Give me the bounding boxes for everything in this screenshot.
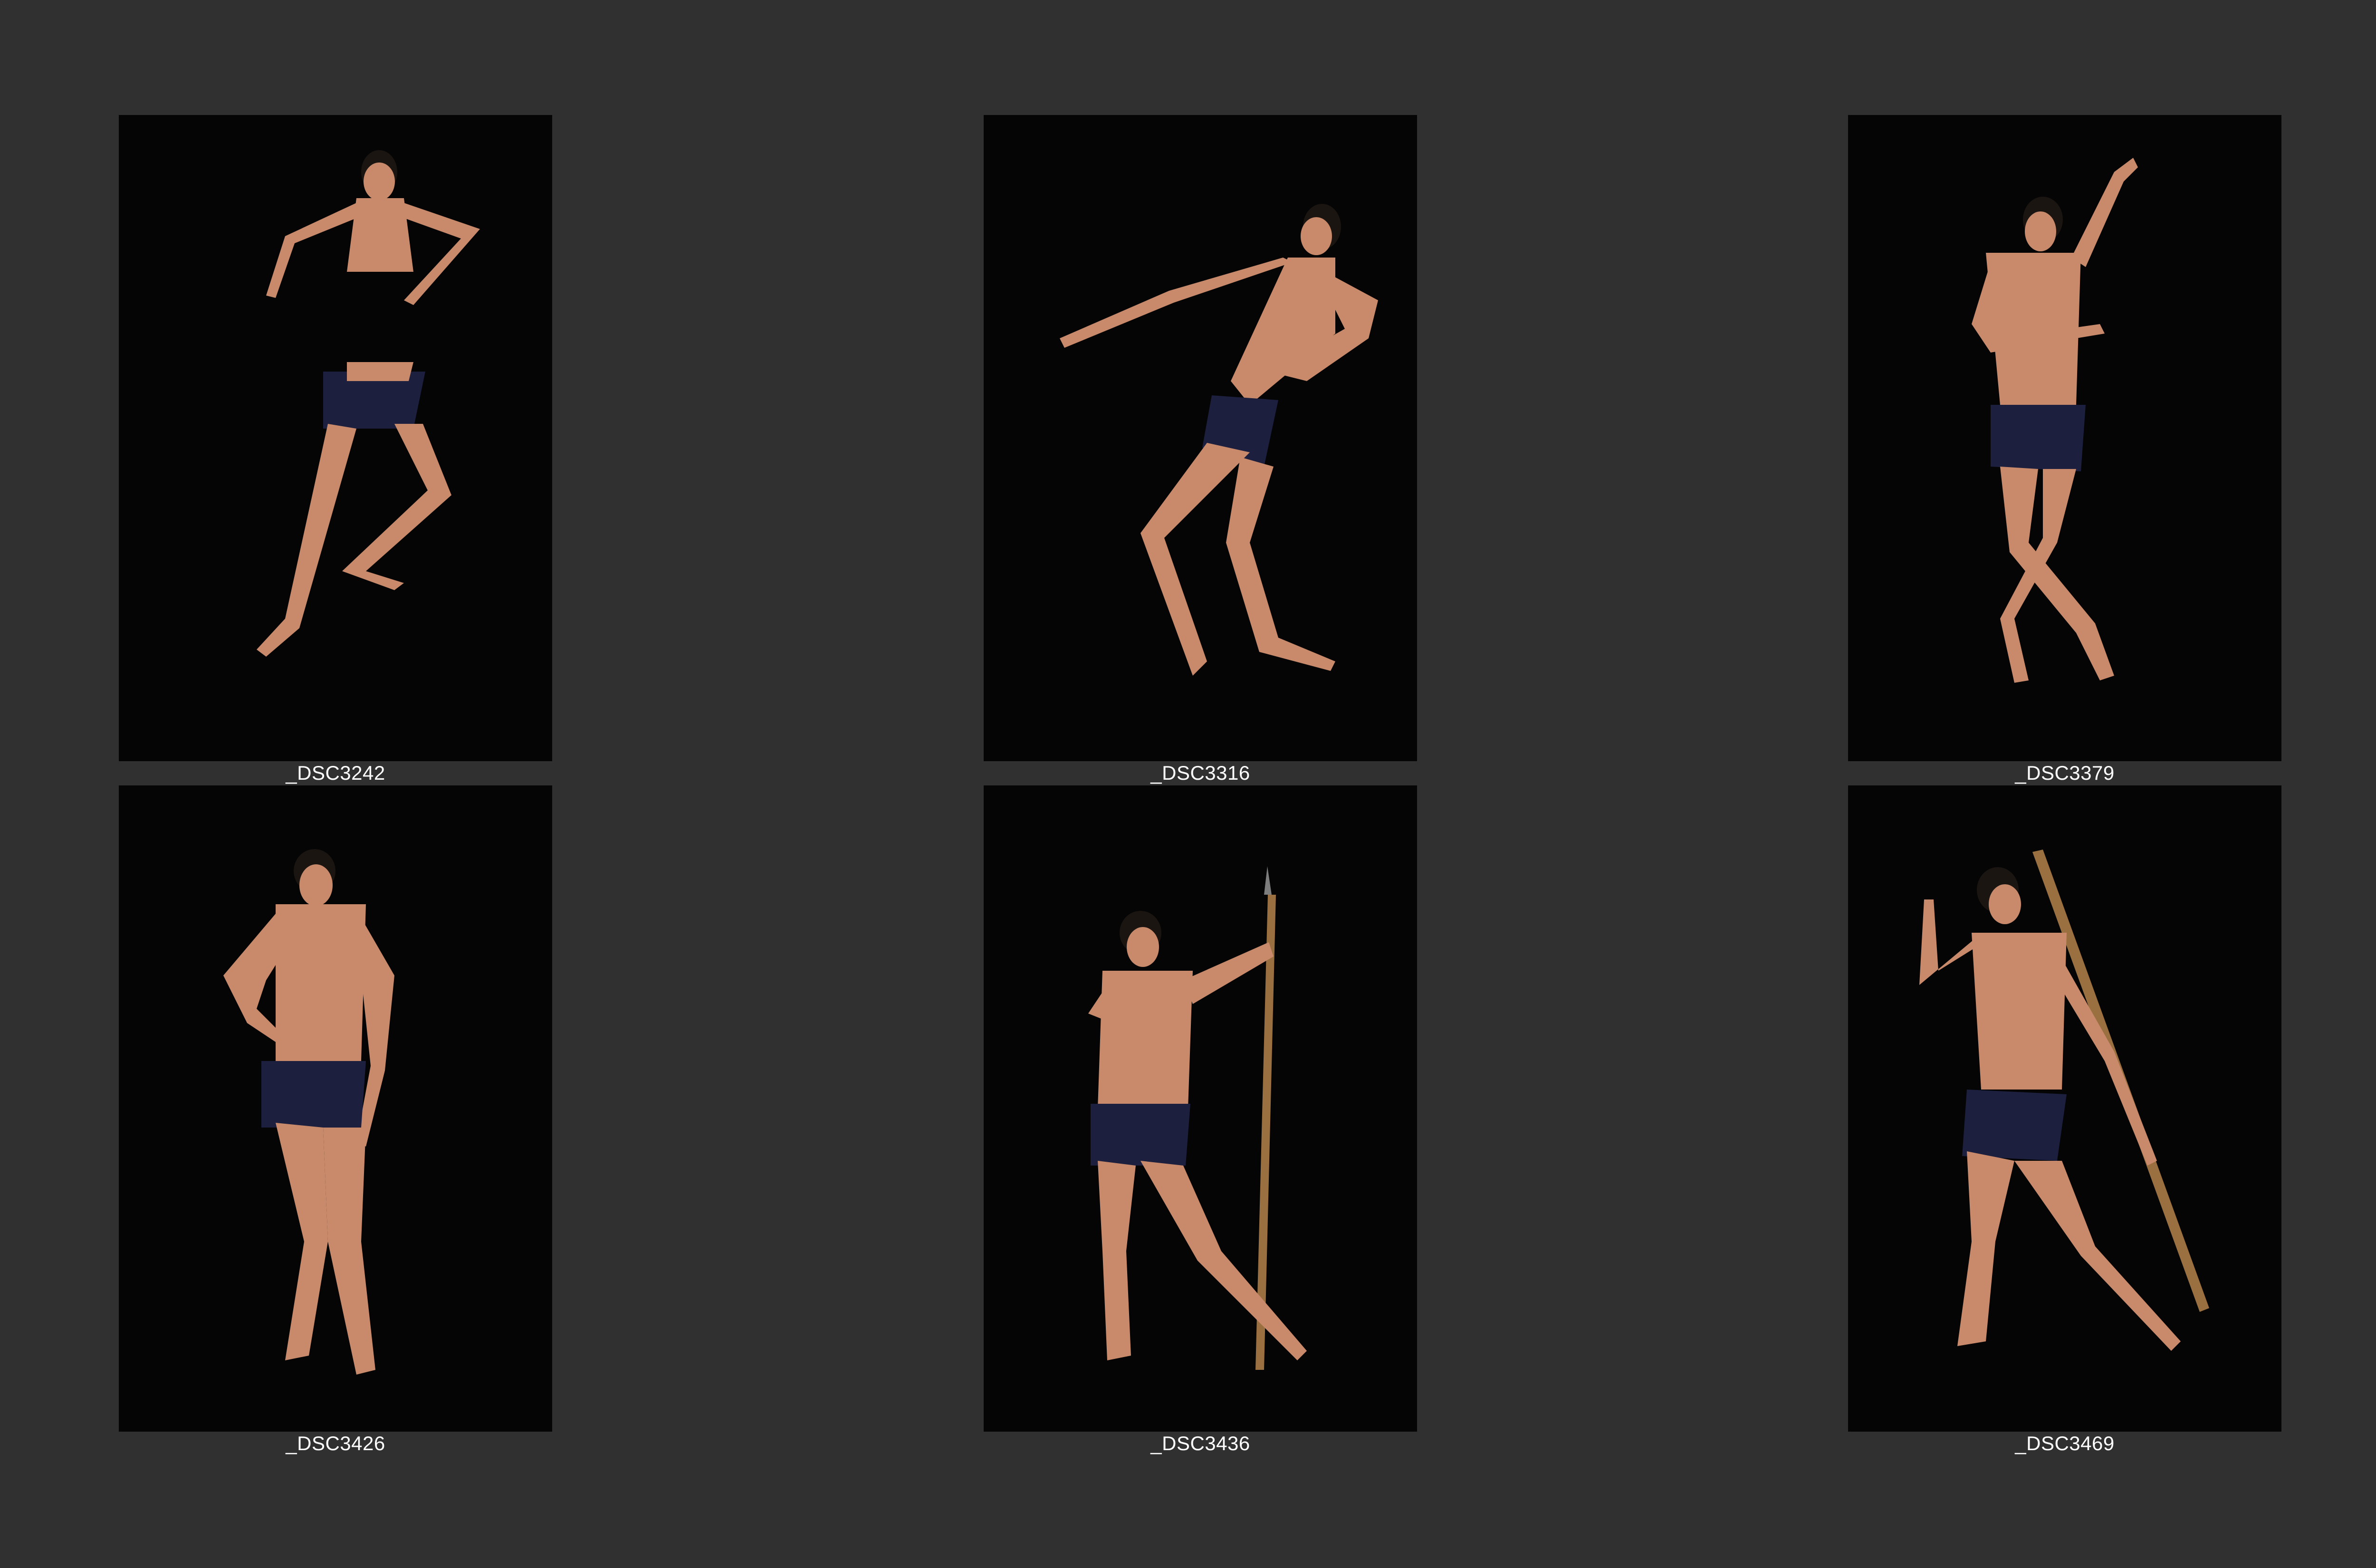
photo-cell-4[interactable]: _DSC3426 <box>119 785 552 1454</box>
photo-caption-1: _DSC3242 <box>286 762 385 784</box>
dancer-pose-lunge-arm-extended-icon <box>984 115 1417 761</box>
photo-cell-5[interactable]: _DSC3436 <box>984 785 1417 1454</box>
dancer-pose-hand-on-hip-icon <box>119 785 552 1432</box>
photo-thumbnail-2[interactable] <box>984 115 1417 761</box>
photo-cell-2[interactable]: _DSC3316 <box>984 115 1417 784</box>
photo-cell-6[interactable]: _DSC3469 <box>1848 785 2281 1454</box>
photo-thumbnail-6[interactable] <box>1848 785 2281 1432</box>
photo-thumbnail-1[interactable] <box>119 115 552 761</box>
photo-thumbnail-4[interactable] <box>119 785 552 1432</box>
photo-caption-2: _DSC3316 <box>1150 762 1250 784</box>
photo-caption-4: _DSC3426 <box>286 1432 385 1454</box>
dancer-pose-holding-bamboo-staff-icon <box>1848 785 2281 1432</box>
photo-caption-3: _DSC3379 <box>2015 762 2115 784</box>
contact-sheet: _DSC3242 _DSC3316 _DSC3379 _DSC3426 _DSC… <box>0 0 2376 1568</box>
photo-thumbnail-3[interactable] <box>1848 115 2281 761</box>
dancer-pose-crossed-legs-arm-up-icon <box>1848 115 2281 761</box>
photo-cell-1[interactable]: _DSC3242 <box>119 115 552 784</box>
photo-thumbnail-5[interactable] <box>984 785 1417 1432</box>
photo-caption-6: _DSC3469 <box>2015 1432 2115 1454</box>
dancer-pose-crouch-arms-raised-icon <box>119 115 552 761</box>
dancer-pose-holding-spear-icon <box>984 785 1417 1432</box>
photo-caption-5: _DSC3436 <box>1150 1432 1250 1454</box>
photo-cell-3[interactable]: _DSC3379 <box>1848 115 2281 784</box>
